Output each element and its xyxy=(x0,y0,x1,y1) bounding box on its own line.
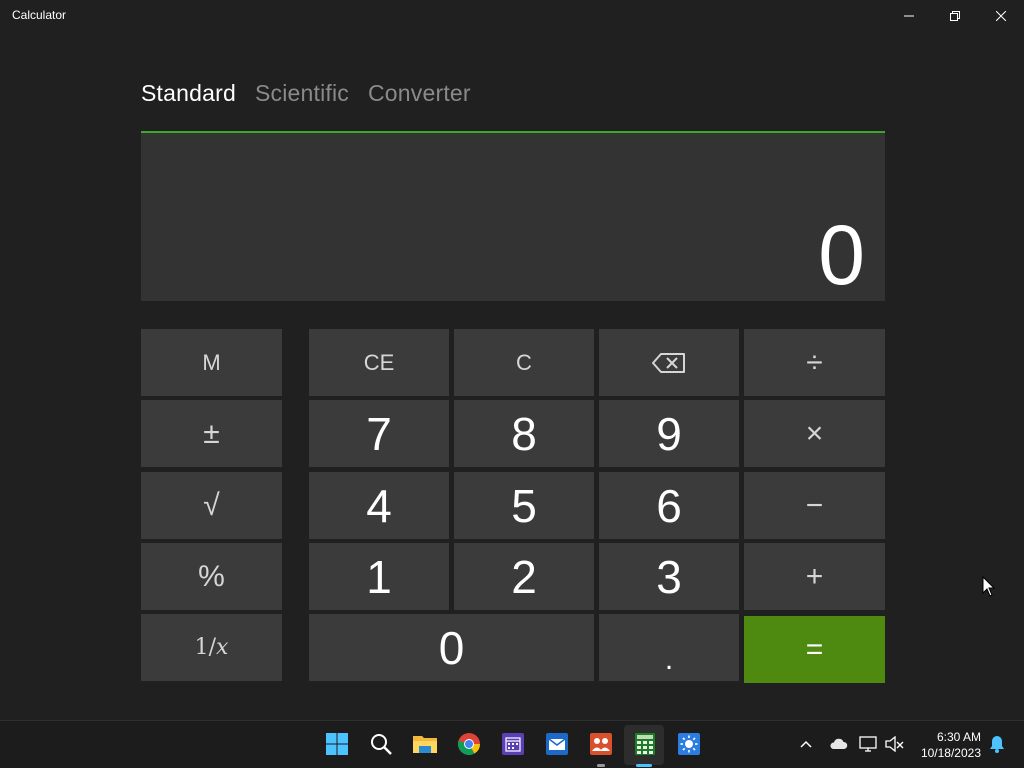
weather-icon xyxy=(678,733,700,755)
window-title: Calculator xyxy=(12,8,67,22)
notifications-button[interactable] xyxy=(986,733,1008,755)
digit-6-button[interactable]: 6 xyxy=(599,472,739,539)
digit-4-button[interactable]: 4 xyxy=(309,472,449,539)
show-hidden-icons-button[interactable] xyxy=(795,733,817,755)
restore-icon xyxy=(950,11,960,21)
digit-2-button[interactable]: 2 xyxy=(454,543,594,610)
digit-1-button[interactable]: 1 xyxy=(309,543,449,610)
multiply-button[interactable]: × xyxy=(744,400,885,467)
chevron-up-icon xyxy=(800,740,812,748)
network-icon xyxy=(859,736,877,752)
volume-button[interactable] xyxy=(884,733,906,755)
file-explorer-button[interactable] xyxy=(412,731,438,757)
calculator-active-indicator xyxy=(636,764,652,767)
onedrive-button[interactable] xyxy=(827,733,849,755)
tab-scientific[interactable]: Scientific xyxy=(255,80,349,112)
result-display: 0 xyxy=(141,131,885,301)
close-button[interactable] xyxy=(978,0,1024,32)
digit-9-button[interactable]: 9 xyxy=(599,400,739,467)
calculator-icon xyxy=(635,733,655,755)
chrome-icon xyxy=(457,733,480,755)
digit-0-button[interactable]: 0 xyxy=(309,614,594,681)
weather-button[interactable] xyxy=(676,731,702,757)
start-icon xyxy=(326,733,348,755)
taskbar: 6:30 AM 10/18/2023 xyxy=(0,720,1024,768)
equals-button[interactable]: = xyxy=(744,616,885,683)
decimal-button[interactable]: . xyxy=(599,614,739,681)
reciprocal-button[interactable]: 1/𝑥 xyxy=(141,614,282,681)
plus-minus-button[interactable]: ± xyxy=(141,400,282,467)
title-bar: Calculator xyxy=(0,0,1024,32)
mail-icon xyxy=(546,733,568,755)
mail-button[interactable] xyxy=(544,731,570,757)
calendar-button[interactable] xyxy=(500,731,526,757)
tab-standard[interactable]: Standard xyxy=(141,80,236,112)
tab-converter[interactable]: Converter xyxy=(368,80,471,112)
minimize-button[interactable] xyxy=(886,0,932,32)
start-button[interactable] xyxy=(324,731,350,757)
digit-8-button[interactable]: 8 xyxy=(454,400,594,467)
people-running-indicator xyxy=(597,764,605,767)
minimize-icon xyxy=(904,15,914,17)
backspace-icon xyxy=(652,352,685,373)
bell-icon xyxy=(990,736,1004,753)
memory-button[interactable]: M xyxy=(141,329,282,396)
file-explorer-icon xyxy=(413,736,437,753)
network-button[interactable] xyxy=(858,733,880,755)
plus-button[interactable]: + xyxy=(744,543,885,610)
close-icon xyxy=(996,11,1006,21)
minus-button[interactable]: − xyxy=(744,472,885,539)
cloud-icon xyxy=(830,738,848,749)
sqrt-button[interactable]: √ xyxy=(141,472,282,539)
mouse-cursor-icon xyxy=(982,576,996,597)
people-icon xyxy=(590,733,612,755)
calendar-icon xyxy=(502,733,524,755)
search-button[interactable] xyxy=(368,731,394,757)
backspace-button[interactable] xyxy=(599,329,739,396)
restore-button[interactable] xyxy=(932,0,978,32)
digit-3-button[interactable]: 3 xyxy=(599,543,739,610)
clock-time: 6:30 AM xyxy=(936,730,981,744)
people-button[interactable] xyxy=(588,731,614,757)
chrome-button[interactable] xyxy=(456,731,482,757)
mode-tabs: Standard Scientific Converter xyxy=(141,80,490,112)
percent-button[interactable]: % xyxy=(141,543,282,610)
digit-5-button[interactable]: 5 xyxy=(454,472,594,539)
clear-button[interactable]: C xyxy=(454,329,594,396)
search-icon xyxy=(371,734,392,755)
clock-date: 10/18/2023 xyxy=(920,746,981,760)
clock[interactable]: 6:30 AM 10/18/2023 xyxy=(921,729,981,761)
clear-entry-button[interactable]: CE xyxy=(309,329,449,396)
calculator-button[interactable] xyxy=(632,731,658,757)
display-value: 0 xyxy=(818,208,865,302)
volume-muted-icon xyxy=(885,736,904,752)
divide-button[interactable]: ÷ xyxy=(744,329,885,396)
digit-7-button[interactable]: 7 xyxy=(309,400,449,467)
